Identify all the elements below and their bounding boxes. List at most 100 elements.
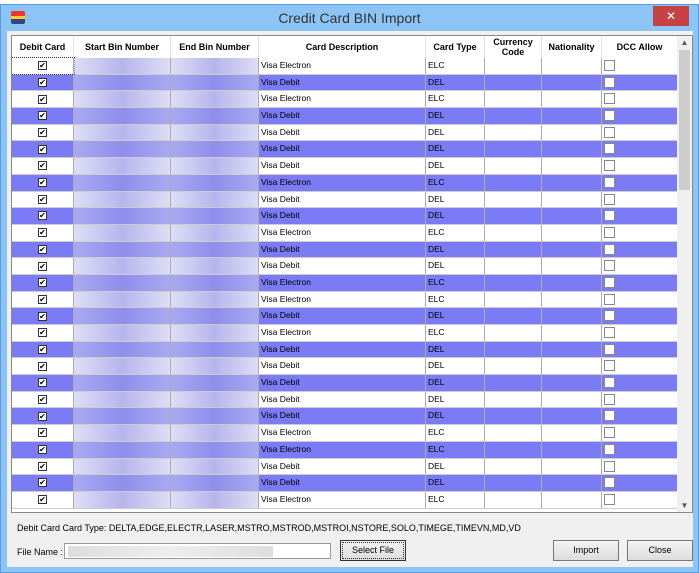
table-row[interactable]: ✔ Visa Electron ELC	[12, 291, 678, 309]
dcc-allow-checkbox[interactable]	[604, 443, 615, 455]
debit-card-checkbox[interactable]: ✔	[38, 194, 47, 204]
card-type-cell[interactable]: DEL	[426, 108, 485, 124]
dcc-allow-checkbox[interactable]	[604, 176, 615, 188]
end-bin-cell[interactable]	[171, 224, 259, 241]
dcc-allow-checkbox[interactable]	[604, 327, 615, 338]
table-row[interactable]: ✔ Visa Debit DEL	[12, 308, 678, 325]
dcc-allow-cell[interactable]	[602, 141, 678, 158]
table-row[interactable]: ✔ Visa Debit DEL	[12, 258, 678, 275]
card-description-cell[interactable]: Visa Debit	[259, 475, 426, 491]
table-row[interactable]: ✔ Visa Electron ELC	[12, 425, 678, 442]
nationality-cell[interactable]	[542, 224, 602, 241]
debit-card-cell[interactable]: ✔	[12, 141, 74, 158]
nationality-cell[interactable]	[542, 425, 602, 441]
debit-card-checkbox[interactable]: ✔	[38, 228, 47, 238]
dcc-allow-checkbox[interactable]	[604, 243, 615, 255]
end-bin-cell[interactable]	[171, 441, 259, 458]
card-description-cell[interactable]: Visa Electron	[259, 58, 426, 74]
debit-card-checkbox[interactable]: ✔	[38, 211, 47, 221]
table-row[interactable]: ✔ Visa Debit DEL	[12, 458, 678, 476]
nationality-cell[interactable]	[542, 391, 602, 408]
table-row[interactable]: ✔ Visa Electron ELC	[12, 325, 678, 342]
currency-code-cell[interactable]	[485, 358, 542, 375]
dcc-allow-checkbox[interactable]	[604, 343, 615, 355]
dcc-allow-cell[interactable]	[602, 124, 678, 141]
card-type-cell[interactable]: DEL	[426, 241, 485, 258]
column-header[interactable]: Debit Card	[12, 36, 74, 58]
end-bin-cell[interactable]	[171, 475, 259, 491]
currency-code-cell[interactable]	[485, 74, 542, 91]
start-bin-cell[interactable]	[74, 291, 171, 308]
card-description-cell[interactable]: Visa Electron	[259, 425, 426, 441]
nationality-cell[interactable]	[542, 174, 602, 191]
debit-card-cell[interactable]: ✔	[12, 74, 74, 91]
start-bin-cell[interactable]	[74, 258, 171, 274]
dcc-allow-cell[interactable]	[602, 108, 678, 124]
start-bin-cell[interactable]	[74, 241, 171, 258]
start-bin-cell[interactable]	[74, 475, 171, 491]
debit-card-checkbox[interactable]: ✔	[38, 411, 47, 421]
debit-card-cell[interactable]: ✔	[12, 258, 74, 274]
nationality-cell[interactable]	[542, 58, 602, 74]
currency-code-cell[interactable]	[485, 174, 542, 191]
debit-card-cell[interactable]: ✔	[12, 108, 74, 124]
dcc-allow-cell[interactable]	[602, 291, 678, 308]
card-type-cell[interactable]: ELC	[426, 325, 485, 341]
nationality-cell[interactable]	[542, 91, 602, 108]
dcc-allow-cell[interactable]	[602, 274, 678, 291]
table-row[interactable]: ✔ Visa Electron ELC	[12, 57, 678, 75]
card-type-cell[interactable]: DEL	[426, 341, 485, 358]
dcc-allow-cell[interactable]	[602, 208, 678, 224]
start-bin-cell[interactable]	[74, 325, 171, 341]
table-row[interactable]: ✔ Visa Debit DEL	[12, 241, 678, 259]
currency-code-cell[interactable]	[485, 475, 542, 491]
dcc-allow-checkbox[interactable]	[604, 377, 615, 389]
column-header[interactable]: Currency Code	[485, 36, 542, 58]
debit-card-cell[interactable]: ✔	[12, 91, 74, 108]
debit-card-cell[interactable]: ✔	[12, 291, 74, 308]
currency-code-cell[interactable]	[485, 141, 542, 158]
debit-card-cell[interactable]: ✔	[12, 425, 74, 441]
card-description-cell[interactable]: Visa Debit	[259, 358, 426, 375]
table-row[interactable]: ✔ Visa Debit DEL	[12, 408, 678, 426]
card-type-cell[interactable]: DEL	[426, 375, 485, 391]
table-row[interactable]: ✔ Visa Debit DEL	[12, 358, 678, 376]
card-description-cell[interactable]: Visa Debit	[259, 108, 426, 124]
card-description-cell[interactable]: Visa Debit	[259, 124, 426, 141]
card-type-cell[interactable]: ELC	[426, 58, 485, 74]
nationality-cell[interactable]	[542, 291, 602, 308]
column-header[interactable]: DCC Allow	[602, 36, 678, 58]
nationality-cell[interactable]	[542, 124, 602, 141]
dcc-allow-cell[interactable]	[602, 224, 678, 241]
card-type-cell[interactable]: ELC	[426, 491, 485, 508]
debit-card-cell[interactable]: ✔	[12, 241, 74, 258]
dcc-allow-checkbox[interactable]	[604, 276, 615, 288]
card-type-cell[interactable]: DEL	[426, 208, 485, 224]
dcc-allow-checkbox[interactable]	[604, 427, 615, 439]
card-description-cell[interactable]: Visa Electron	[259, 441, 426, 458]
debit-card-checkbox[interactable]: ✔	[38, 94, 47, 104]
file-name-input[interactable]	[64, 543, 331, 559]
currency-code-cell[interactable]	[485, 91, 542, 108]
card-type-cell[interactable]: DEL	[426, 308, 485, 324]
table-row[interactable]: ✔ Visa Electron ELC	[12, 91, 678, 109]
dcc-allow-checkbox[interactable]	[604, 460, 615, 472]
select-file-button[interactable]: Select File	[340, 540, 406, 561]
card-type-cell[interactable]: ELC	[426, 425, 485, 441]
debit-card-checkbox[interactable]: ✔	[38, 111, 47, 121]
table-row[interactable]: ✔ Visa Debit DEL	[12, 74, 678, 92]
start-bin-cell[interactable]	[74, 108, 171, 124]
debit-card-checkbox[interactable]: ✔	[38, 278, 47, 288]
card-type-cell[interactable]: ELC	[426, 174, 485, 191]
debit-card-cell[interactable]: ✔	[12, 224, 74, 241]
dcc-allow-checkbox[interactable]	[604, 143, 615, 155]
debit-card-cell[interactable]: ✔	[12, 458, 74, 475]
currency-code-cell[interactable]	[485, 491, 542, 508]
end-bin-cell[interactable]	[171, 491, 259, 508]
currency-code-cell[interactable]	[485, 58, 542, 74]
table-row[interactable]: ✔ Visa Debit DEL	[12, 158, 678, 175]
card-description-cell[interactable]: Visa Debit	[259, 74, 426, 91]
dcc-allow-checkbox[interactable]	[604, 393, 615, 405]
card-type-cell[interactable]: DEL	[426, 258, 485, 274]
debit-card-cell[interactable]: ✔	[12, 174, 74, 191]
